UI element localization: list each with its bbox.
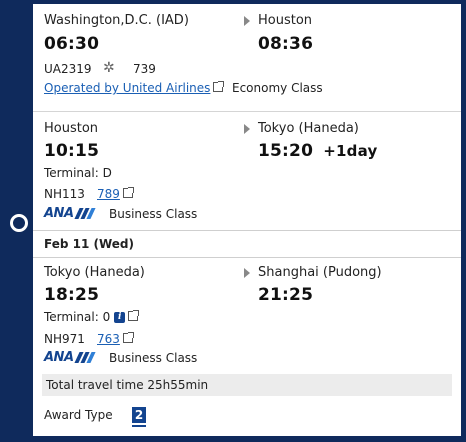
- departure-time: 10:15: [44, 141, 100, 161]
- arrival-city: Shanghai (Pudong): [258, 265, 382, 280]
- cabin-class: Business Class: [109, 351, 198, 365]
- arrival-city: Houston: [258, 13, 313, 28]
- aircraft-type[interactable]: 763: [97, 332, 120, 346]
- operated-by-link[interactable]: Operated by United Airlines: [44, 81, 225, 95]
- timeline-dot-icon: [10, 214, 28, 232]
- award-type-badge: 2: [132, 407, 146, 423]
- departure-time: 06:30: [44, 34, 100, 54]
- flight-segment-2: Houston 10:15 Tokyo (Haneda) 15:20 +1day…: [33, 111, 461, 230]
- arrival-time: 08:36: [258, 34, 314, 54]
- arrival-time: 21:25: [258, 285, 314, 305]
- total-travel-time: Total travel time 25h55min: [42, 374, 452, 396]
- departure-city: Washington,D.C. (IAD): [44, 13, 189, 28]
- flight-number: NH113: [44, 187, 85, 201]
- arrival-time-group: 15:20 +1day: [258, 141, 377, 161]
- operated-by-text[interactable]: Operated by United Airlines: [44, 81, 210, 95]
- day-offset: +1day: [323, 142, 378, 160]
- arrow-right-icon: [244, 124, 250, 134]
- cabin-class: Business Class: [109, 207, 198, 221]
- itinerary-frame: Washington,D.C. (IAD) 06:30 Houston 08:3…: [0, 0, 466, 442]
- cabin-class: Economy Class: [232, 81, 323, 95]
- departure-city: Houston: [44, 121, 99, 136]
- flight-number: NH971: [44, 332, 85, 346]
- external-link-icon[interactable]: [128, 310, 140, 321]
- date-divider: Feb 11 (Wed): [33, 230, 461, 258]
- itinerary-card: Washington,D.C. (IAD) 06:30 Houston 08:3…: [33, 4, 461, 436]
- departure-time: 18:25: [44, 285, 100, 305]
- aircraft-type[interactable]: 789: [97, 187, 120, 201]
- ana-logo: ANA: [44, 350, 96, 365]
- terminal: Terminal: D: [44, 166, 112, 180]
- flight-number: UA2319: [44, 62, 92, 76]
- terminal: Terminal: 0: [44, 310, 111, 324]
- info-icon[interactable]: i: [114, 312, 126, 323]
- star-alliance-icon: ✲: [103, 60, 115, 76]
- award-type-underline: [132, 425, 146, 427]
- flight-segment-3: Tokyo (Haneda) 18:25 Shanghai (Pudong) 2…: [33, 257, 461, 371]
- ana-logo: ANA: [44, 206, 96, 221]
- flight-segment-1: Washington,D.C. (IAD) 06:30 Houston 08:3…: [33, 4, 461, 108]
- aircraft-type: 739: [133, 62, 156, 76]
- external-link-icon: [122, 187, 134, 198]
- date-label: Feb 11 (Wed): [44, 237, 134, 251]
- external-link-icon: [122, 332, 134, 343]
- arrival-time: 15:20: [258, 141, 314, 161]
- arrival-city: Tokyo (Haneda): [258, 121, 359, 136]
- departure-city: Tokyo (Haneda): [44, 265, 145, 280]
- aircraft-link[interactable]: 789: [97, 187, 134, 201]
- terminal-row: Terminal: 0i: [44, 310, 140, 324]
- award-type-label: Award Type: [44, 408, 113, 422]
- total-travel-text: Total travel time 25h55min: [46, 378, 209, 392]
- external-link-icon: [213, 81, 225, 92]
- arrow-right-icon: [244, 16, 250, 26]
- arrow-right-icon: [244, 268, 250, 278]
- aircraft-link[interactable]: 763: [97, 332, 134, 346]
